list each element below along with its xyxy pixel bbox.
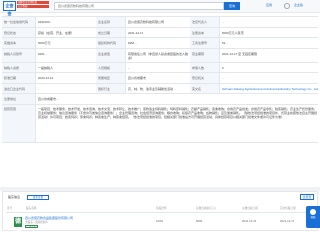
field-label: 实缴资本 — [2, 38, 36, 48]
field-value: 9151000... — [38, 20, 53, 24]
field-label: 核准日期 — [2, 73, 36, 83]
table-row[interactable]: 德康 四川德康农牧食品集团股份有限公司 大股东 · 实际控制人 上市企业 100… — [6, 216, 316, 235]
field-label: 统一社会信用代码 — [2, 17, 36, 27]
field-label: 营业期限 — [190, 48, 220, 62]
logo-badges: 国家企业信用信息 公示系统 — [17, 1, 49, 12]
business-scope-text: 一般项目：技术服务、技术开发、技术咨询、技术交流、技术转让、技术推广；畜牧渔业饲… — [38, 106, 318, 119]
field-label: 企业名称 — [96, 17, 126, 27]
info-row: 实缴资本 5000万元 组织机构代码 MA6... 工商注册号 51... — [2, 38, 318, 49]
section-action-button[interactable]: 企查查 — [300, 194, 314, 200]
info-row: 纳税人资质 一般纳税人 人员规模 - 参保人数 0 — [2, 62, 318, 73]
field-value: 农、林、牧、渔专业及辅助性活动 — [128, 86, 174, 91]
subscribed-amount: 5000 — [196, 219, 203, 223]
col-header: 持股比例 — [156, 207, 167, 210]
info-row: 统一社会信用代码 9151000... 企业名称 四川德康农牧科技有限公司 法定代表人.… — [2, 17, 318, 28]
logo-badge: 公示系统 — [17, 5, 49, 8]
field-value: 存续（在营、开业、在册） — [38, 30, 75, 35]
user-icon[interactable] — [284, 3, 290, 9]
field-value: 2023-12-12 — [38, 76, 54, 80]
company-tag: 上市企业 — [25, 225, 38, 228]
search-input[interactable]: 四川德康农牧科技有限公司 — [54, 2, 224, 10]
field-label: 纳税人识别号 — [2, 48, 36, 62]
col-header: 认缴出资日期 — [242, 207, 258, 210]
field-value: MA6... — [128, 41, 137, 45]
apps-link[interactable]: 应用 — [266, 4, 272, 7]
change-tag[interactable]: 发生变更 — [27, 195, 49, 200]
field-label: 经营范围 — [2, 104, 36, 142]
logo-badge: 国家企业信用信息 — [17, 1, 49, 4]
field-label: 法定代表人 — [190, 17, 220, 27]
business-scope-row: 经营范围 一般项目：技术服务、技术开发、技术咨询、技术交流、技术转让、技术推广；畜… — [2, 104, 318, 143]
field-value: 四川德康农牧科技有限公司 — [128, 20, 165, 24]
shareholder-section: 股东信息 发生变更 企查查 序号 股东名称 持股比例 认缴出资额(万元) 认缴出… — [2, 191, 318, 235]
field-value: 0 — [222, 65, 224, 70]
table-header: 序号 股东名称 持股比例 认缴出资额(万元) 认缴出资日期 首次持股日期 — [6, 207, 316, 213]
share-ratio: 100% — [156, 219, 164, 223]
field-label: 所属地区 — [96, 73, 126, 83]
field-value: 四川省成都市... — [38, 97, 59, 101]
col-header: 首次持股日期 — [280, 207, 296, 210]
field-label: 登记机关 — [190, 73, 220, 83]
page: 企查查 国家企业信用信息 公示系统 四川德康农牧科技有限公司 查询 应用 企业版… — [0, 0, 320, 240]
section-title: 股东信息 — [8, 195, 21, 199]
info-row: 进出口企业代码 - 国标行业 农、林、牧、渔专业及辅助性活动 英文名 Sichuan De… — [2, 83, 318, 94]
col-header: 序号 — [7, 207, 13, 210]
field-label: 成立日期 — [96, 27, 126, 37]
field-value: 一般纳税人 — [38, 65, 54, 70]
info-row: 登记状态 存续（在营、开业、在册） 成立日期 2021-12-17 注册资本 5000万元… — [2, 27, 318, 38]
field-label: 注册资本 — [190, 27, 220, 37]
field-label: 企业类型 — [96, 48, 126, 62]
field-label: 登记状态 — [2, 27, 36, 37]
field-value: 2021-12-17 — [128, 30, 144, 35]
chat-icon — [310, 209, 316, 215]
col-header: 股东名称 — [26, 207, 37, 210]
field-value: - — [38, 86, 39, 91]
subscribed-date: 2041-12-31 — [242, 219, 257, 223]
site-logo[interactable]: 企查查 — [3, 1, 16, 16]
field-label: 进出口企业代码 — [2, 83, 36, 93]
field-value: 2021-12-17 至 无固定期限 — [222, 51, 258, 56]
customer-service-label: 客服 — [310, 216, 316, 219]
enterprise-link[interactable]: 企业版 — [294, 4, 303, 7]
info-row: 核准日期 2023-12-12 所属地区 四川省成都市 登记机关... — [2, 73, 318, 84]
field-value: 5000万元 — [38, 41, 51, 45]
field-value: ... — [222, 76, 225, 80]
field-label: 参保人数 — [190, 62, 220, 72]
field-value: 有限责任公司（非自然人投资或控股的法人独资） — [128, 51, 189, 60]
col-header: 认缴出资额(万元) — [196, 207, 216, 210]
field-value: 5000万元人民币 — [222, 30, 244, 35]
field-value: - — [128, 65, 129, 70]
field-label: 人员规模 — [96, 62, 126, 72]
info-row: 纳税人识别号 9151... 企业类型 有限责任公司（非自然人投资或控股的法人独资）营… — [2, 48, 318, 63]
search-button[interactable]: 查询 — [224, 2, 240, 10]
field-value[interactable]: Sichuan Dekang Agricultural and Animal H… — [220, 84, 318, 94]
field-value: ... — [222, 20, 225, 24]
field-label: 纳税人资质 — [2, 62, 36, 72]
field-label: 国标行业 — [96, 83, 126, 93]
basic-info-table: 统一社会信用代码 9151000... 企业名称 四川德康农牧科技有限公司 法定代表人.… — [2, 16, 318, 143]
top-bar: 企查查 国家企业信用信息 公示系统 四川德康农牧科技有限公司 查询 应用 企业版 — [0, 0, 320, 16]
company-logo: 德康 — [14, 217, 22, 235]
field-label: 英文名 — [190, 83, 220, 93]
company-name-link[interactable]: 四川德康农牧食品集团股份有限公司 — [25, 217, 73, 220]
field-label: 工商注册号 — [190, 38, 220, 48]
first-hold-date: 2021-12-17 — [280, 219, 295, 223]
customer-service-button[interactable]: 客服 — [306, 206, 320, 228]
field-label: 注册地址 — [2, 94, 36, 104]
info-row: 注册地址 四川省成都市... — [2, 94, 318, 105]
field-label: 组织机构代码 — [96, 38, 126, 48]
field-value: 9151... — [38, 51, 48, 56]
field-value: 51... — [222, 41, 228, 45]
field-value: 四川省成都市 — [128, 76, 147, 80]
